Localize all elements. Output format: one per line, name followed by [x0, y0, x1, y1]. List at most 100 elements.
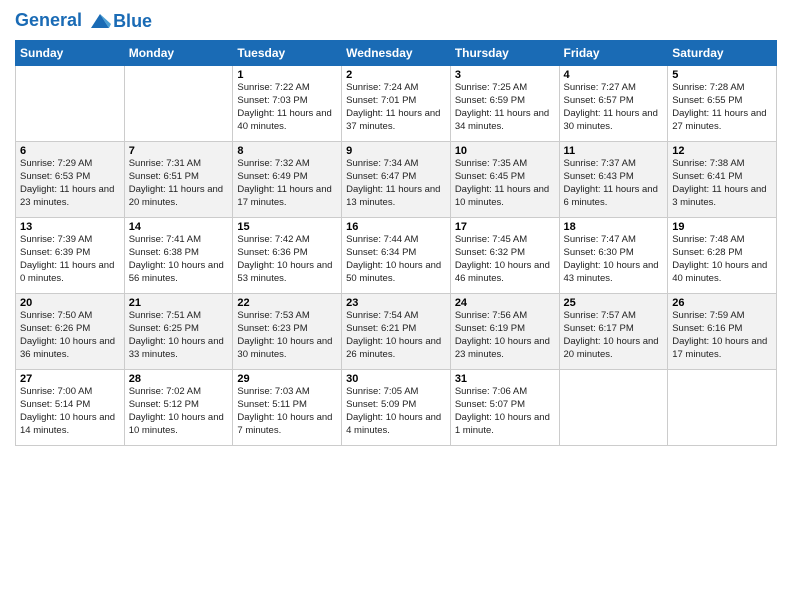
day-info: Sunrise: 7:51 AM Sunset: 6:25 PM Dayligh…	[129, 310, 229, 361]
day-number: 16	[346, 221, 446, 233]
day-info: Sunrise: 7:37 AM Sunset: 6:43 PM Dayligh…	[564, 158, 664, 209]
day-number: 1	[237, 69, 337, 81]
day-number: 25	[564, 297, 664, 309]
day-cell: 22Sunrise: 7:53 AM Sunset: 6:23 PM Dayli…	[233, 294, 342, 370]
day-cell: 16Sunrise: 7:44 AM Sunset: 6:34 PM Dayli…	[342, 218, 451, 294]
day-number: 19	[672, 221, 772, 233]
header: General Blue	[15, 10, 777, 32]
day-cell: 10Sunrise: 7:35 AM Sunset: 6:45 PM Dayli…	[450, 142, 559, 218]
day-cell	[668, 370, 777, 446]
day-cell: 3Sunrise: 7:25 AM Sunset: 6:59 PM Daylig…	[450, 66, 559, 142]
day-cell: 8Sunrise: 7:32 AM Sunset: 6:49 PM Daylig…	[233, 142, 342, 218]
day-info: Sunrise: 7:06 AM Sunset: 5:07 PM Dayligh…	[455, 386, 555, 437]
day-info: Sunrise: 7:29 AM Sunset: 6:53 PM Dayligh…	[20, 158, 120, 209]
day-info: Sunrise: 7:57 AM Sunset: 6:17 PM Dayligh…	[564, 310, 664, 361]
day-number: 7	[129, 145, 229, 157]
day-cell: 28Sunrise: 7:02 AM Sunset: 5:12 PM Dayli…	[124, 370, 233, 446]
day-cell: 21Sunrise: 7:51 AM Sunset: 6:25 PM Dayli…	[124, 294, 233, 370]
week-row-1: 1Sunrise: 7:22 AM Sunset: 7:03 PM Daylig…	[16, 66, 777, 142]
day-info: Sunrise: 7:48 AM Sunset: 6:28 PM Dayligh…	[672, 234, 772, 285]
week-row-3: 13Sunrise: 7:39 AM Sunset: 6:39 PM Dayli…	[16, 218, 777, 294]
day-info: Sunrise: 7:00 AM Sunset: 5:14 PM Dayligh…	[20, 386, 120, 437]
week-row-5: 27Sunrise: 7:00 AM Sunset: 5:14 PM Dayli…	[16, 370, 777, 446]
calendar-table: SundayMondayTuesdayWednesdayThursdayFrid…	[15, 40, 777, 446]
logo: General Blue	[15, 10, 152, 32]
day-number: 10	[455, 145, 555, 157]
day-number: 18	[564, 221, 664, 233]
day-cell: 2Sunrise: 7:24 AM Sunset: 7:01 PM Daylig…	[342, 66, 451, 142]
day-cell: 20Sunrise: 7:50 AM Sunset: 6:26 PM Dayli…	[16, 294, 125, 370]
day-cell	[16, 66, 125, 142]
day-cell: 27Sunrise: 7:00 AM Sunset: 5:14 PM Dayli…	[16, 370, 125, 446]
day-cell: 7Sunrise: 7:31 AM Sunset: 6:51 PM Daylig…	[124, 142, 233, 218]
week-row-2: 6Sunrise: 7:29 AM Sunset: 6:53 PM Daylig…	[16, 142, 777, 218]
logo-general: General	[15, 10, 82, 30]
day-info: Sunrise: 7:42 AM Sunset: 6:36 PM Dayligh…	[237, 234, 337, 285]
day-cell: 19Sunrise: 7:48 AM Sunset: 6:28 PM Dayli…	[668, 218, 777, 294]
col-header-monday: Monday	[124, 41, 233, 66]
day-cell: 13Sunrise: 7:39 AM Sunset: 6:39 PM Dayli…	[16, 218, 125, 294]
day-info: Sunrise: 7:54 AM Sunset: 6:21 PM Dayligh…	[346, 310, 446, 361]
day-cell: 31Sunrise: 7:06 AM Sunset: 5:07 PM Dayli…	[450, 370, 559, 446]
day-number: 13	[20, 221, 120, 233]
day-cell: 30Sunrise: 7:05 AM Sunset: 5:09 PM Dayli…	[342, 370, 451, 446]
day-number: 4	[564, 69, 664, 81]
day-number: 15	[237, 221, 337, 233]
day-info: Sunrise: 7:59 AM Sunset: 6:16 PM Dayligh…	[672, 310, 772, 361]
day-cell: 4Sunrise: 7:27 AM Sunset: 6:57 PM Daylig…	[559, 66, 668, 142]
day-cell: 11Sunrise: 7:37 AM Sunset: 6:43 PM Dayli…	[559, 142, 668, 218]
day-number: 6	[20, 145, 120, 157]
day-info: Sunrise: 7:22 AM Sunset: 7:03 PM Dayligh…	[237, 82, 337, 133]
day-cell: 5Sunrise: 7:28 AM Sunset: 6:55 PM Daylig…	[668, 66, 777, 142]
day-cell: 14Sunrise: 7:41 AM Sunset: 6:38 PM Dayli…	[124, 218, 233, 294]
day-cell: 26Sunrise: 7:59 AM Sunset: 6:16 PM Dayli…	[668, 294, 777, 370]
day-info: Sunrise: 7:28 AM Sunset: 6:55 PM Dayligh…	[672, 82, 772, 133]
day-info: Sunrise: 7:56 AM Sunset: 6:19 PM Dayligh…	[455, 310, 555, 361]
day-number: 14	[129, 221, 229, 233]
day-cell: 18Sunrise: 7:47 AM Sunset: 6:30 PM Dayli…	[559, 218, 668, 294]
day-number: 2	[346, 69, 446, 81]
col-header-sunday: Sunday	[16, 41, 125, 66]
day-info: Sunrise: 7:25 AM Sunset: 6:59 PM Dayligh…	[455, 82, 555, 133]
day-info: Sunrise: 7:47 AM Sunset: 6:30 PM Dayligh…	[564, 234, 664, 285]
day-info: Sunrise: 7:35 AM Sunset: 6:45 PM Dayligh…	[455, 158, 555, 209]
day-info: Sunrise: 7:31 AM Sunset: 6:51 PM Dayligh…	[129, 158, 229, 209]
day-number: 12	[672, 145, 772, 157]
col-header-wednesday: Wednesday	[342, 41, 451, 66]
main-container: General Blue SundayMondayTuesdayWednesda…	[0, 0, 792, 456]
day-number: 31	[455, 373, 555, 385]
day-cell: 17Sunrise: 7:45 AM Sunset: 6:32 PM Dayli…	[450, 218, 559, 294]
day-info: Sunrise: 7:38 AM Sunset: 6:41 PM Dayligh…	[672, 158, 772, 209]
header-row: SundayMondayTuesdayWednesdayThursdayFrid…	[16, 41, 777, 66]
day-number: 11	[564, 145, 664, 157]
day-number: 8	[237, 145, 337, 157]
day-info: Sunrise: 7:45 AM Sunset: 6:32 PM Dayligh…	[455, 234, 555, 285]
day-cell	[124, 66, 233, 142]
day-number: 22	[237, 297, 337, 309]
day-cell	[559, 370, 668, 446]
day-number: 28	[129, 373, 229, 385]
day-cell: 24Sunrise: 7:56 AM Sunset: 6:19 PM Dayli…	[450, 294, 559, 370]
day-number: 29	[237, 373, 337, 385]
day-info: Sunrise: 7:39 AM Sunset: 6:39 PM Dayligh…	[20, 234, 120, 285]
day-cell: 12Sunrise: 7:38 AM Sunset: 6:41 PM Dayli…	[668, 142, 777, 218]
day-number: 21	[129, 297, 229, 309]
day-info: Sunrise: 7:41 AM Sunset: 6:38 PM Dayligh…	[129, 234, 229, 285]
day-number: 23	[346, 297, 446, 309]
day-info: Sunrise: 7:44 AM Sunset: 6:34 PM Dayligh…	[346, 234, 446, 285]
day-info: Sunrise: 7:27 AM Sunset: 6:57 PM Dayligh…	[564, 82, 664, 133]
col-header-saturday: Saturday	[668, 41, 777, 66]
day-number: 30	[346, 373, 446, 385]
day-info: Sunrise: 7:53 AM Sunset: 6:23 PM Dayligh…	[237, 310, 337, 361]
week-row-4: 20Sunrise: 7:50 AM Sunset: 6:26 PM Dayli…	[16, 294, 777, 370]
day-info: Sunrise: 7:05 AM Sunset: 5:09 PM Dayligh…	[346, 386, 446, 437]
day-cell: 6Sunrise: 7:29 AM Sunset: 6:53 PM Daylig…	[16, 142, 125, 218]
day-cell: 23Sunrise: 7:54 AM Sunset: 6:21 PM Dayli…	[342, 294, 451, 370]
logo-blue: Blue	[113, 11, 152, 32]
day-number: 20	[20, 297, 120, 309]
day-info: Sunrise: 7:32 AM Sunset: 6:49 PM Dayligh…	[237, 158, 337, 209]
logo-icon	[89, 10, 111, 32]
day-cell: 1Sunrise: 7:22 AM Sunset: 7:03 PM Daylig…	[233, 66, 342, 142]
day-number: 3	[455, 69, 555, 81]
day-number: 24	[455, 297, 555, 309]
